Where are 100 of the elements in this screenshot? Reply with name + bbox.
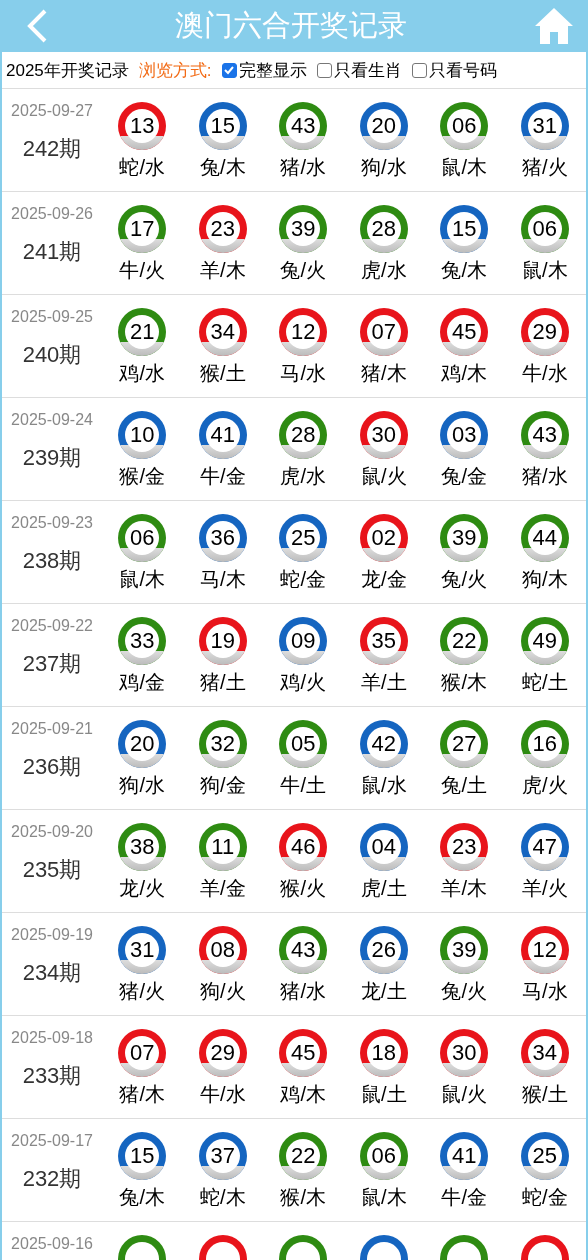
draw-date: 2025-09-16: [11, 1235, 93, 1253]
view-option[interactable]: 只看号码: [411, 58, 497, 82]
lottery-ball: 11: [198, 823, 247, 871]
lottery-ball: 32: [198, 720, 247, 768]
zodiac-element: 牛/水: [521, 361, 568, 386]
draw-period: 236期: [22, 753, 82, 781]
zodiac-element: 羊/土: [360, 670, 407, 695]
draw-date: 2025-09-18: [11, 1029, 93, 1047]
zodiac-element: 羊/木: [199, 258, 246, 283]
zodiac-element: 龙/金: [360, 567, 407, 592]
lottery-ball: 15: [440, 205, 489, 253]
zodiac-element: 鸡/木: [280, 1082, 327, 1107]
zodiac-element: 虎/火: [521, 773, 568, 798]
zodiac-element: 兔/木: [199, 155, 246, 180]
lottery-ball: 27: [440, 720, 489, 768]
zodiac-element: 兔/火: [441, 567, 488, 592]
zodiac-element: 猴/木: [441, 670, 488, 695]
zodiac-element: 猪/土: [199, 670, 246, 695]
zodiac-element: 牛/火: [119, 258, 166, 283]
zodiac-element: 牛/金: [199, 464, 246, 489]
lottery-ball: 45: [279, 1029, 328, 1077]
draw-period: 238期: [22, 547, 82, 575]
lottery-ball: 23: [198, 205, 247, 253]
lottery-ball: 25: [279, 514, 328, 562]
zodiac-element: 牛/金: [441, 1185, 488, 1210]
zodiac-element: 猴/木: [280, 1185, 327, 1210]
view-option[interactable]: 只看生肖: [316, 58, 402, 82]
zodiac-element: 马/水: [280, 361, 327, 386]
lottery-ball: 44: [520, 514, 569, 562]
draw-period: 242期: [22, 135, 82, 163]
draw-date: 2025-09-26: [11, 205, 93, 223]
lottery-ball: 31: [520, 102, 569, 150]
zodiac-element: 狗/水: [360, 155, 407, 180]
lottery-ball: 34: [520, 1029, 569, 1077]
lottery-ball: 29: [198, 1029, 247, 1077]
zodiac-element: 猪/火: [119, 979, 166, 1004]
zodiac-element: 鼠/木: [441, 155, 488, 180]
zodiac-element: 蛇/水: [119, 155, 166, 180]
lottery-ball: 28: [359, 205, 408, 253]
lottery-ball: 39: [440, 514, 489, 562]
draw-period: 239期: [22, 444, 82, 472]
zodiac-element: 鼠/木: [119, 567, 166, 592]
lottery-ball: 23: [440, 823, 489, 871]
zodiac-element: 鸡/金: [119, 670, 166, 695]
lottery-ball: 02: [359, 514, 408, 562]
lottery-ball: 03: [440, 411, 489, 459]
draw-period: 240期: [22, 341, 82, 369]
zodiac-element: 猪/水: [280, 155, 327, 180]
draw-date: 2025-09-25: [11, 308, 93, 326]
zodiac-element: 兔/金: [441, 464, 488, 489]
draw-date: 2025-09-27: [11, 102, 93, 120]
zodiac-element: 虎/土: [360, 876, 407, 901]
lottery-ball: 16: [520, 720, 569, 768]
zodiac-element: 猪/火: [521, 155, 568, 180]
lottery-ball: 26: [359, 926, 408, 974]
checkbox[interactable]: [411, 62, 427, 78]
zodiac-element: 狗/木: [521, 567, 568, 592]
zodiac-element: 鸡/水: [119, 361, 166, 386]
zodiac-element: 龙/火: [119, 876, 166, 901]
lottery-ball: 21: [118, 308, 167, 356]
lottery-ball: 46: [279, 823, 328, 871]
lottery-ball: 34: [198, 308, 247, 356]
lottery-ball: 37: [198, 1132, 247, 1180]
lottery-ball: 28: [279, 411, 328, 459]
zodiac-element: 猪/水: [521, 464, 568, 489]
zodiac-element: 猴/土: [199, 361, 246, 386]
zodiac-element: 马/木: [199, 567, 246, 592]
lottery-ball: 43: [279, 102, 328, 150]
lottery-ball: 39: [279, 205, 328, 253]
checkbox[interactable]: [316, 62, 332, 78]
zodiac-element: 鼠/火: [441, 1082, 488, 1107]
lottery-ball: 15: [118, 1132, 167, 1180]
lottery-ball: 43: [520, 411, 569, 459]
checkbox[interactable]: [221, 62, 237, 78]
zodiac-element: 鸡/火: [280, 670, 327, 695]
lottery-ball: 13: [118, 102, 167, 150]
lottery-ball: 20: [118, 720, 167, 768]
zodiac-element: 兔/火: [441, 979, 488, 1004]
lottery-ball: 41: [198, 411, 247, 459]
zodiac-element: 兔/木: [119, 1185, 166, 1210]
zodiac-element: 兔/土: [441, 773, 488, 798]
zodiac-element: 鼠/火: [360, 464, 407, 489]
zodiac-element: 鼠/水: [360, 773, 407, 798]
lottery-ball: 29: [520, 308, 569, 356]
lottery-ball: 22: [440, 617, 489, 665]
lottery-ball: 12: [520, 926, 569, 974]
zodiac-element: 猪/水: [280, 979, 327, 1004]
draw-period: 234期: [22, 959, 82, 987]
zodiac-element: 牛/土: [280, 773, 327, 798]
zodiac-element: 羊/木: [441, 876, 488, 901]
lottery-ball: 07: [118, 1029, 167, 1077]
zodiac-element: 猪/木: [119, 1082, 166, 1107]
zodiac-element: 蛇/金: [280, 567, 327, 592]
view-option[interactable]: 完整显示: [221, 58, 307, 82]
lottery-ball: 22: [279, 1132, 328, 1180]
draw-date: 2025-09-17: [11, 1132, 93, 1150]
lottery-ball: 18: [359, 1029, 408, 1077]
zodiac-element: 鸡/木: [441, 361, 488, 386]
lottery-ball: 36: [198, 514, 247, 562]
zodiac-element: 蛇/土: [521, 670, 568, 695]
